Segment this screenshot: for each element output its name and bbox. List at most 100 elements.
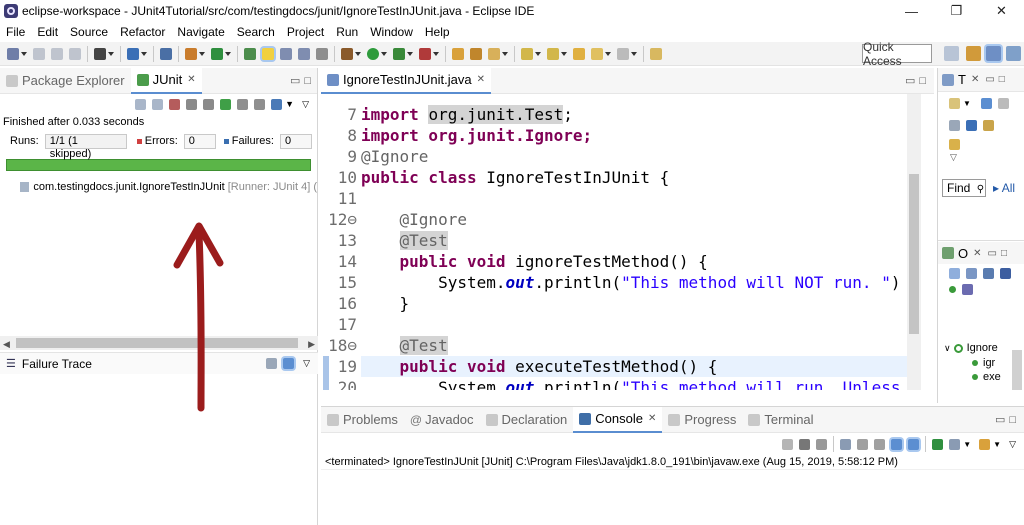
filter-icon[interactable] — [949, 119, 960, 131]
chevron-down-icon[interactable]: ▼ — [963, 440, 971, 449]
external-tools-icon[interactable] — [419, 47, 431, 60]
close-button[interactable]: ✕ — [979, 0, 1024, 22]
terminal-icon[interactable] — [127, 47, 139, 60]
word-wrap-icon[interactable] — [874, 438, 886, 450]
tab-problems[interactable]: Problems — [321, 407, 404, 433]
menu-navigate[interactable]: Navigate — [177, 25, 224, 39]
open-folder-icon[interactable] — [452, 47, 464, 60]
maximize-view-icon[interactable]: □ — [1009, 414, 1016, 426]
menu-help[interactable]: Help — [425, 25, 450, 39]
horizontal-scrollbar[interactable]: ◀ ▶ — [0, 336, 318, 350]
pin-console-icon[interactable] — [932, 438, 944, 450]
show-skipped-icon[interactable] — [186, 98, 198, 110]
categorize-icon[interactable] — [980, 97, 992, 109]
last-edit-icon[interactable] — [573, 47, 585, 60]
chevron-down-icon[interactable] — [141, 51, 147, 56]
chevron-down-icon[interactable] — [561, 51, 567, 56]
print-icon[interactable] — [69, 47, 81, 60]
find-field[interactable]: Find ⚲ — [942, 179, 986, 197]
show-stdout-icon[interactable] — [891, 438, 903, 450]
new-class-icon[interactable] — [211, 47, 223, 60]
tab-task-list[interactable]: T — [958, 72, 966, 87]
minimize-view-icon[interactable]: ▭ — [988, 248, 997, 259]
block-selection-icon[interactable] — [298, 47, 310, 60]
minimize-button[interactable]: — — [889, 0, 934, 22]
close-icon[interactable]: ✕ — [648, 413, 656, 424]
run-icon[interactable] — [367, 47, 379, 60]
hide-fields-icon[interactable] — [983, 268, 994, 279]
remove-launch-icon[interactable] — [799, 438, 811, 450]
prev-failure-icon[interactable] — [152, 98, 164, 110]
tab-console[interactable]: Console ✕ — [573, 406, 663, 433]
maximize-button[interactable]: ❐ — [934, 0, 979, 22]
maximize-view-icon[interactable]: □ — [919, 75, 926, 87]
rerun-failed-icon[interactable] — [237, 98, 249, 110]
menu-window[interactable]: Window — [370, 25, 413, 39]
chevron-down-icon[interactable] — [605, 51, 611, 56]
schedule-icon[interactable] — [949, 138, 960, 150]
sort-icon[interactable] — [966, 268, 977, 279]
history-icon[interactable] — [271, 98, 283, 110]
new-package-icon[interactable] — [185, 47, 197, 60]
show-stderr-icon[interactable] — [908, 438, 920, 450]
tab-declaration[interactable]: Declaration — [480, 407, 574, 433]
close-icon[interactable]: ✕ — [973, 248, 981, 259]
tab-progress[interactable]: Progress — [662, 407, 742, 433]
collapse-icon[interactable] — [997, 97, 1009, 109]
hide-completed-icon[interactable] — [966, 119, 977, 131]
new-icon[interactable] — [7, 47, 19, 60]
code-area[interactable]: import org.junit.Ignore; 7 import org.jun… — [321, 94, 921, 390]
chevron-down-icon[interactable] — [355, 51, 361, 56]
search-icon[interactable] — [488, 47, 500, 60]
chevron-down-icon[interactable] — [381, 51, 387, 56]
chevron-down-icon[interactable]: ▼ — [285, 99, 294, 109]
back-icon[interactable] — [591, 47, 603, 60]
chevron-down-icon[interactable] — [433, 51, 439, 56]
close-icon[interactable]: ✕ — [187, 74, 195, 85]
chevron-down-icon[interactable] — [21, 51, 27, 56]
debug-target-icon[interactable] — [94, 47, 106, 60]
test-tree-item[interactable]: com.testingdocs.junit.IgnoreTestInJUnit … — [0, 171, 317, 193]
view-menu-icon[interactable]: ▽ — [302, 99, 309, 110]
menu-edit[interactable]: Edit — [37, 25, 58, 39]
open-perspective-icon[interactable] — [944, 46, 959, 61]
clear-console-icon[interactable] — [840, 438, 852, 450]
open-console-icon[interactable] — [979, 438, 991, 450]
terminate-icon[interactable] — [782, 438, 794, 450]
menu-refactor[interactable]: Refactor — [120, 25, 165, 39]
tab-javadoc[interactable]: @ Javadoc — [404, 407, 480, 433]
open-type-icon[interactable] — [244, 47, 256, 60]
scroll-lock-icon[interactable] — [857, 438, 869, 450]
view-menu-icon[interactable]: ▽ — [1009, 439, 1016, 450]
all-link[interactable]: ▸ All — [993, 181, 1015, 195]
save-icon[interactable] — [33, 47, 45, 60]
chevron-down-icon[interactable] — [502, 51, 508, 56]
scroll-thumb[interactable] — [16, 338, 298, 348]
public-icon[interactable] — [949, 286, 956, 293]
editor-vertical-scrollbar[interactable] — [907, 94, 921, 390]
chevron-down-icon[interactable]: ▼ — [993, 440, 1001, 449]
new-task-icon[interactable] — [949, 97, 960, 109]
skip-breakpoints-icon[interactable] — [160, 47, 172, 60]
open-task-icon[interactable] — [470, 47, 482, 60]
menu-project[interactable]: Project — [287, 25, 324, 39]
chevron-down-icon[interactable] — [535, 51, 541, 56]
tab-package-explorer[interactable]: Package Explorer — [0, 68, 131, 94]
stop-icon[interactable] — [254, 98, 266, 110]
tab-junit[interactable]: JUnit ✕ — [130, 67, 202, 94]
menu-source[interactable]: Source — [70, 25, 108, 39]
debug-icon[interactable] — [341, 47, 353, 60]
forward-icon[interactable] — [617, 47, 629, 60]
hide-static-icon[interactable] — [1000, 268, 1011, 279]
remove-all-icon[interactable] — [816, 438, 828, 450]
maximize-view-icon[interactable]: □ — [1001, 248, 1007, 259]
maximize-view-icon[interactable]: □ — [999, 74, 1005, 85]
minimize-view-icon[interactable]: ▭ — [995, 413, 1005, 426]
chevron-down-icon[interactable] — [407, 51, 413, 56]
view-menu-icon[interactable]: ▽ — [303, 358, 310, 369]
close-icon[interactable]: ✕ — [971, 74, 979, 85]
tab-terminal[interactable]: Terminal — [742, 407, 819, 433]
java-ee-perspective-icon[interactable] — [966, 46, 981, 61]
next-annotation-icon[interactable] — [521, 47, 533, 60]
close-icon[interactable]: ✕ — [477, 74, 485, 85]
